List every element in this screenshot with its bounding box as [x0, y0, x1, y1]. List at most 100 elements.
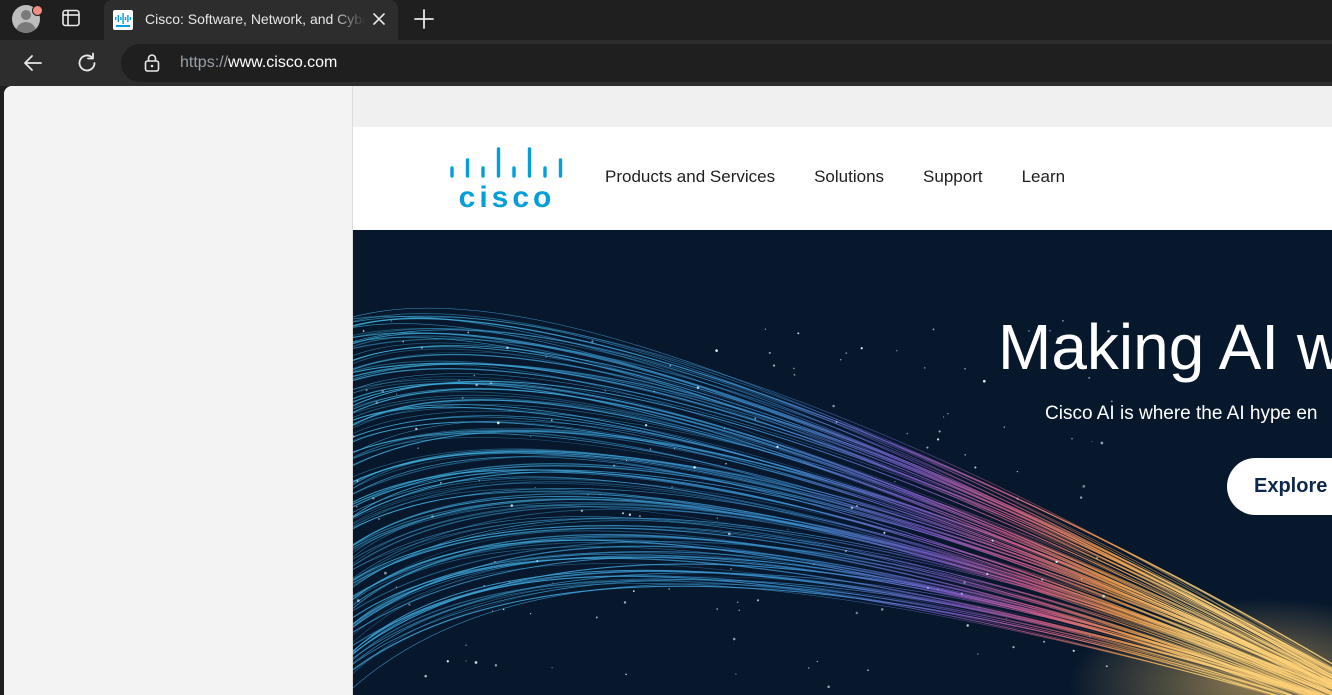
spark-dot [508, 581, 511, 583]
side-panel [4, 86, 352, 695]
tab-title: Cisco: Software, Network, and Cybersecur… [145, 11, 365, 27]
spark-dot [529, 613, 532, 615]
spark-dot [402, 340, 405, 343]
spark-dot [1016, 470, 1019, 473]
spark-dot [384, 571, 387, 575]
spark-dot [1071, 437, 1073, 440]
tab-actions-icon[interactable] [61, 8, 81, 28]
nav-support[interactable]: Support [923, 167, 983, 187]
spark-dot [446, 660, 449, 663]
spark-dot [1100, 441, 1104, 445]
spark-dot [473, 374, 476, 377]
spark-dot [926, 446, 929, 449]
lock-icon[interactable] [142, 53, 162, 73]
spark-dot [465, 644, 467, 646]
spark-dot [696, 386, 700, 389]
spark-dot [793, 367, 795, 370]
spark-dot [649, 448, 652, 450]
spark-dot [716, 608, 719, 610]
spark-dot [420, 346, 424, 349]
spark-dot [1110, 400, 1113, 403]
spark-dot [417, 447, 419, 449]
spark-dot [730, 568, 732, 570]
spark-dot [736, 601, 739, 603]
spark-dot [494, 560, 496, 563]
spark-dot [644, 423, 648, 427]
nav-products-and-services[interactable]: Products and Services [605, 167, 775, 187]
url-scheme: https:// [180, 54, 229, 71]
spark-dot [1003, 426, 1005, 428]
spark-dot [623, 601, 627, 604]
spark-dot [844, 549, 848, 553]
spark-dot [727, 532, 731, 536]
spark-dot [840, 359, 842, 361]
spark-dot [529, 436, 532, 438]
address-bar[interactable]: https://www.cisco.com [121, 44, 1332, 82]
spark-dot [845, 352, 848, 355]
cisco-logo[interactable]: cisco [449, 146, 567, 214]
web-page: cisco Products and Services Solutions Su… [352, 86, 1332, 695]
active-tab[interactable]: Cisco: Software, Network, and Cybersecur… [104, 0, 398, 40]
spark-dot [725, 462, 727, 465]
spark-dot [732, 637, 736, 641]
spark-dot [924, 367, 926, 369]
spark-dot [932, 328, 935, 331]
spark-dot [964, 454, 966, 456]
spark-dot [622, 512, 624, 515]
tab-strip: Cisco: Software, Network, and Cybersecur… [0, 0, 1332, 40]
nav-learn[interactable]: Learn [1022, 167, 1065, 187]
nav-solutions[interactable]: Solutions [814, 167, 884, 187]
spark-dot [587, 493, 589, 496]
spark-dot [776, 445, 779, 449]
utility-bar [353, 86, 1332, 127]
plus-icon[interactable] [413, 8, 435, 30]
spark-dot [395, 393, 398, 395]
hero-subtitle: Cisco AI is where the AI hype en [1045, 403, 1318, 424]
spark-dot [478, 479, 480, 482]
spark-dot [669, 365, 672, 367]
spark-dot [475, 383, 478, 387]
spark-dot [408, 603, 411, 606]
spark-dot [365, 389, 368, 391]
spark-dot [580, 509, 584, 512]
spark-dot [552, 582, 554, 584]
spark-dot [494, 664, 498, 667]
spark-dot [461, 396, 464, 399]
spark-dot [653, 390, 656, 393]
spark-dot [938, 430, 941, 433]
spark-dot [489, 381, 493, 385]
spark-dot [964, 367, 966, 370]
spark-dot [772, 364, 776, 367]
spark-dot [756, 599, 760, 602]
spark-dot [626, 460, 628, 462]
spark-dot [936, 438, 940, 441]
spark-dot [1091, 441, 1093, 443]
spark-dot [715, 349, 718, 352]
spark-dot [813, 563, 815, 565]
spark-dot [613, 464, 616, 467]
explore-button[interactable]: Explore C [1227, 458, 1332, 515]
spark-dot [551, 419, 553, 422]
site-header: cisco Products and Services Solutions Su… [353, 127, 1332, 230]
reload-icon[interactable] [75, 51, 99, 75]
spark-dot [431, 515, 434, 518]
spark-dot [738, 609, 740, 611]
spark-dot [483, 585, 485, 587]
spark-dot [827, 685, 830, 689]
spark-dot [599, 493, 601, 496]
spark-dot [356, 480, 359, 482]
spark-dot [536, 560, 539, 562]
spark-dot [502, 608, 505, 611]
spark-dot [797, 332, 800, 335]
url-text[interactable]: https://www.cisco.com [180, 54, 337, 72]
cisco-favicon-icon [113, 10, 133, 30]
spark-dot [860, 347, 863, 350]
back-arrow-icon[interactable] [21, 51, 45, 75]
browser-toolbar: https://www.cisco.com [0, 40, 1332, 86]
spark-dot [832, 404, 835, 408]
url-host: www.cisco.com [228, 54, 338, 71]
spark-dot [467, 331, 470, 334]
spark-dot [595, 616, 598, 619]
close-icon[interactable] [370, 10, 388, 28]
spark-dot [506, 346, 509, 350]
